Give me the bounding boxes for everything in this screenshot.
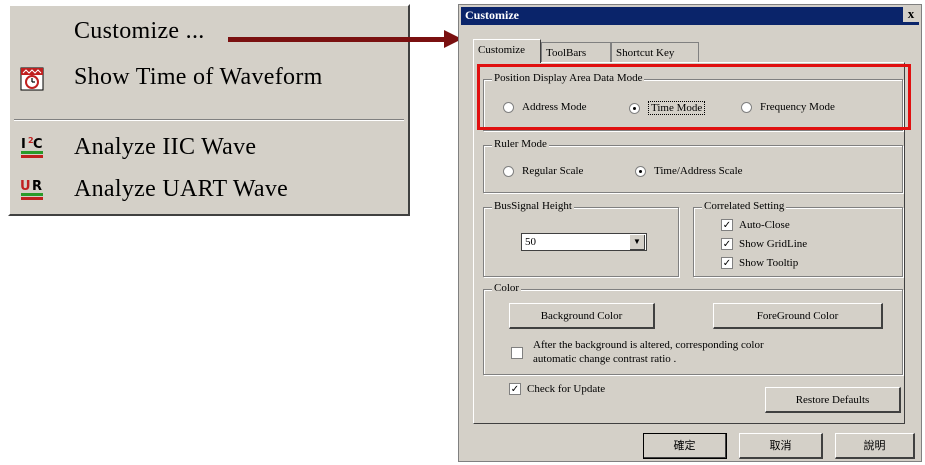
checkbox-label: Show GridLine: [739, 238, 808, 250]
checkbox-show-tooltip[interactable]: ✓ Show Tooltip: [721, 257, 798, 269]
i2c-icon: I 2 C: [21, 136, 43, 158]
checkbox-box: ✓: [721, 219, 733, 231]
radio-label: Regular Scale: [522, 165, 584, 177]
uart-icon: U R: [20, 179, 43, 200]
group-label: Ruler Mode: [492, 138, 549, 150]
dialog-titlebar: Customize x: [461, 6, 919, 25]
group-label: Correlated Setting: [702, 200, 787, 212]
close-button[interactable]: x: [903, 6, 919, 22]
svg-text:R: R: [32, 179, 42, 194]
radio-circle: [635, 165, 646, 177]
callout-arrow-line: [228, 37, 448, 42]
highlight-box: [477, 64, 911, 130]
tab-shortcut-key[interactable]: Shortcut Key: [611, 42, 699, 62]
radio-regular-scale[interactable]: Regular Scale: [503, 165, 583, 177]
contrast-text-line-1: After the background is altered, corresp…: [533, 339, 764, 351]
radio-time-address-scale[interactable]: Time/Address Scale: [635, 165, 743, 177]
checkbox-label: Check for Update: [527, 383, 606, 395]
menu-separator: [14, 119, 404, 121]
group-label: BusSignal Height: [492, 200, 574, 212]
bus-height-value: 50: [525, 236, 536, 248]
menu-item-label: Analyze UART Wave: [74, 175, 289, 202]
checkbox-box: ✓: [721, 257, 733, 269]
waveform-clock-icon: [20, 67, 44, 91]
menu-item-analyze-iic[interactable]: I 2 C Analyze IIC Wave: [10, 128, 406, 166]
menu-item-label: Show Time of Waveform: [74, 63, 323, 90]
checkbox-label: Auto-Close: [739, 219, 790, 231]
checkbox-box: ✓: [721, 238, 733, 250]
bus-height-select[interactable]: 50 ▼: [521, 233, 647, 251]
context-menu: Customize ... Show Time of Waveform I 2 …: [8, 4, 410, 216]
checkbox-label: Show Tooltip: [739, 257, 799, 269]
radio-label: Time/Address Scale: [654, 165, 743, 177]
svg-text:U: U: [20, 179, 31, 194]
group-label: Color: [492, 282, 522, 294]
checkbox-show-gridline[interactable]: ✓ Show GridLine: [721, 238, 807, 250]
menu-item-customize[interactable]: Customize ...: [10, 12, 406, 50]
checkbox-auto-close[interactable]: ✓ Auto-Close: [721, 219, 790, 231]
checkbox-contrast[interactable]: [511, 347, 523, 359]
checkbox-box: ✓: [509, 383, 521, 395]
svg-text:C: C: [33, 137, 43, 152]
radio-circle: [503, 165, 514, 177]
menu-item-show-time[interactable]: Show Time of Waveform: [10, 58, 406, 96]
tab-toolbars[interactable]: ToolBars: [541, 42, 611, 62]
menu-item-label: Customize ...: [74, 17, 205, 44]
checkbox-check-for-update[interactable]: ✓ Check for Update: [509, 383, 605, 395]
menu-item-label: Analyze IIC Wave: [74, 133, 257, 160]
foreground-color-button[interactable]: ForeGround Color: [713, 303, 883, 329]
tab-customize[interactable]: Customize: [473, 39, 541, 63]
help-button[interactable]: 說明: [835, 433, 915, 459]
svg-text:I: I: [21, 137, 26, 152]
background-color-button[interactable]: Background Color: [509, 303, 655, 329]
ok-button[interactable]: 確定: [643, 433, 727, 459]
contrast-text-line-2: automatic change contrast ratio .: [533, 353, 677, 365]
dialog-title: Customize: [465, 8, 519, 22]
menu-item-analyze-uart[interactable]: U R Analyze UART Wave: [10, 170, 406, 208]
chevron-down-icon[interactable]: ▼: [630, 235, 645, 250]
restore-defaults-button[interactable]: Restore Defaults: [765, 387, 901, 413]
cancel-button[interactable]: 取消: [739, 433, 823, 459]
